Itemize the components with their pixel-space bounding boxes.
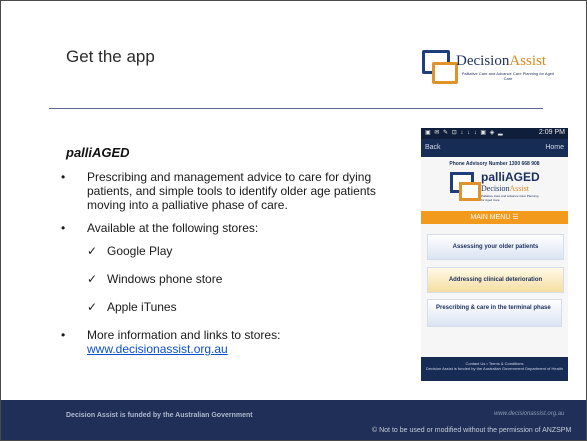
- palliaged-wordmark: palliAGED: [481, 170, 540, 184]
- logo-name-accent: Assist: [509, 53, 547, 69]
- logo-tagline: Palliative Care and Advance Care Plannin…: [461, 71, 555, 81]
- bullet-text-more-info: More information and links to stores:: [87, 328, 281, 342]
- store-item-google-play: ✓ Google Play: [61, 244, 396, 258]
- funding-statement: Decision Assist is funded by the Austral…: [66, 412, 253, 419]
- store-label: Windows phone store: [107, 272, 223, 286]
- website-link[interactable]: www.decisionassist.org.au: [87, 342, 228, 356]
- checkmark-icon: ✓: [87, 300, 98, 314]
- brand-tagline: Palliative Care and Advance Care Plannin…: [481, 194, 539, 202]
- back-button[interactable]: Back: [425, 144, 441, 151]
- bullet-item: • Prescribing and management advice to c…: [61, 170, 396, 212]
- menu-card-assessing[interactable]: Assessing your older patients: [427, 234, 564, 260]
- status-time: 2:09 PM: [538, 129, 565, 136]
- store-item-windows: ✓ Windows phone store: [61, 272, 396, 286]
- brand-accent: Assist: [509, 184, 529, 193]
- slide-title: Get the app: [66, 47, 155, 66]
- content-list: • Prescribing and management advice to c…: [61, 170, 396, 365]
- footer-website: www.decisionassist.org.au: [494, 411, 565, 417]
- main-menu-button[interactable]: MAIN MENU ☰: [421, 211, 568, 224]
- checkmark-icon: ✓: [87, 272, 98, 286]
- home-button[interactable]: Home: [545, 144, 564, 151]
- bullet-marker: •: [61, 170, 66, 184]
- menu-card-deterioration[interactable]: Addressing clinical deterioration: [427, 267, 564, 293]
- bullet-text-description: Prescribing and management advice to car…: [87, 170, 376, 212]
- copyright-notice: © Not to be used or modified without the…: [372, 427, 572, 434]
- phone-footer: Contact Us • Terms & Conditions Decision…: [421, 357, 568, 381]
- palliaged-logo: palliAGED DecisionAssist Palliative Care…: [450, 168, 550, 204]
- bullet-text-stores: Available at the following stores:: [87, 221, 259, 235]
- brand-main: Decision: [481, 184, 510, 193]
- decision-assist-wordmark: DecisionAssist: [481, 184, 529, 193]
- bullet-marker: •: [61, 221, 66, 235]
- checkmark-icon: ✓: [87, 244, 98, 258]
- footer-band: Decision Assist is funded by the Austral…: [0, 400, 587, 441]
- phone-screenshot: ▣ ✉ ✎ ⊡ ↓ ↓ ↓ ▣ ◈ ▂ 2:09 PM Back Home Ph…: [421, 128, 568, 381]
- logo-wordmark: DecisionAssist: [456, 53, 546, 70]
- decision-assist-logo: DecisionAssist Palliative Care and Advan…: [418, 48, 566, 88]
- app-name-heading: palliAGED: [66, 145, 130, 160]
- store-item-apple: ✓ Apple iTunes: [61, 300, 396, 314]
- bullet-item: • More information and links to stores: …: [61, 328, 396, 356]
- advisory-number: Phone Advisory Number 1300 668 908: [449, 161, 540, 167]
- title-divider: [49, 108, 543, 109]
- slide: Get the app DecisionAssist Palliative Ca…: [0, 0, 587, 441]
- menu-card-prescribing[interactable]: Prescribing & care in the terminal phase: [427, 299, 562, 327]
- store-label: Google Play: [107, 244, 173, 258]
- speech-bubble-orange-icon: [432, 62, 458, 84]
- phone-status-bar: ▣ ✉ ✎ ⊡ ↓ ↓ ↓ ▣ ◈ ▂ 2:09 PM: [421, 128, 568, 139]
- phone-app-bar: Back Home: [421, 139, 568, 157]
- bullet-item: • Available at the following stores:: [61, 221, 396, 235]
- speech-bubble-orange-icon: [459, 182, 481, 201]
- bullet-marker: •: [61, 328, 66, 342]
- phone-footer-note: Decision Assist is funded by the Austral…: [425, 366, 564, 371]
- store-label: Apple iTunes: [107, 300, 177, 314]
- status-icons: ▣ ✉ ✎ ⊡ ↓ ↓ ↓ ▣ ◈ ▂: [425, 130, 504, 136]
- logo-name-main: Decision: [456, 53, 510, 69]
